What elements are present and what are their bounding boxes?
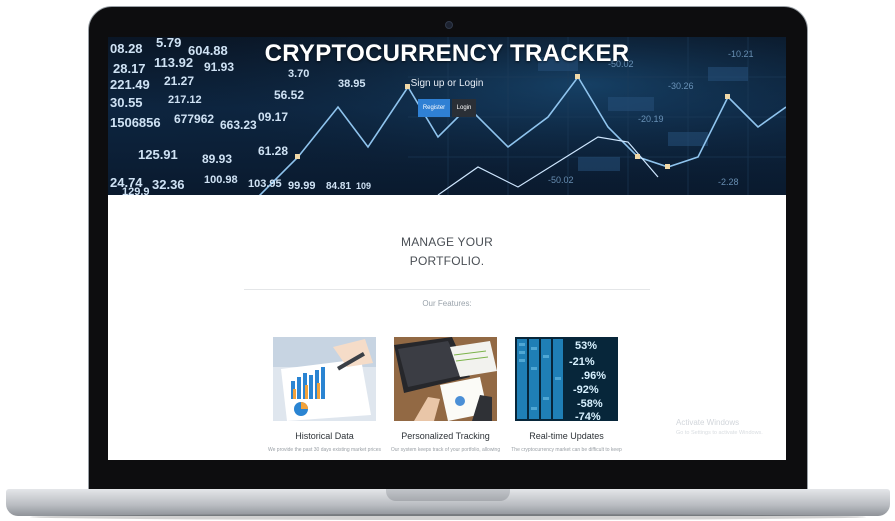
page-heading: MANAGE YOUR PORTFOLIO. bbox=[108, 233, 786, 271]
stock-board-image: 53% -21% .96% -92% -58% -74% bbox=[515, 337, 618, 421]
svg-text:53%: 53% bbox=[575, 340, 597, 352]
browser-viewport: 08.28 5.79 604.88 28.17 113.92 91.93 221… bbox=[108, 37, 786, 460]
ticker-number: 89.93 bbox=[202, 152, 232, 166]
laptop-desk-image bbox=[394, 337, 497, 421]
svg-text:-20.19: -20.19 bbox=[638, 114, 664, 124]
chart-report-image bbox=[273, 337, 376, 421]
activate-windows-subtitle: Go to Settings to activate Windows. bbox=[676, 430, 763, 436]
feature-card-realtime: 53% -21% .96% -92% -58% -74% Real-time U… bbox=[511, 337, 622, 453]
webcam-icon bbox=[445, 21, 453, 29]
feature-description: The cryptocurrency market can be difficu… bbox=[511, 447, 622, 453]
feature-title: Personalized Tracking bbox=[401, 431, 490, 441]
svg-text:-92%: -92% bbox=[573, 384, 599, 396]
ticker-number: 109 bbox=[356, 181, 371, 191]
heading-line-1: MANAGE YOUR bbox=[401, 235, 493, 249]
ticker-number: 09.17 bbox=[258, 110, 288, 124]
ticker-number: 677962 bbox=[174, 112, 214, 126]
svg-text:-58%: -58% bbox=[577, 398, 603, 410]
svg-text:.96%: .96% bbox=[581, 370, 606, 382]
ticker-number: 30.55 bbox=[110, 95, 143, 110]
login-button[interactable]: Login bbox=[452, 99, 476, 117]
hero-banner: 08.28 5.79 604.88 28.17 113.92 91.93 221… bbox=[108, 37, 786, 195]
ticker-number: 100.98 bbox=[204, 174, 238, 186]
feature-card-tracking: Personalized Tracking Our system keeps t… bbox=[391, 337, 500, 453]
ticker-number: 61.28 bbox=[258, 144, 288, 158]
heading-line-2: PORTFOLIO. bbox=[409, 254, 485, 268]
ticker-number: 103.95 bbox=[248, 178, 282, 190]
ticker-number: 99.99 bbox=[288, 180, 316, 192]
section-divider bbox=[244, 289, 650, 290]
ticker-number: 217.12 bbox=[168, 94, 202, 106]
signup-prompt: Sign up or Login bbox=[410, 78, 484, 89]
ticker-number: 84.81 bbox=[326, 181, 351, 192]
ticker-number: 663.23 bbox=[220, 118, 257, 132]
ticker-number: 32.36 bbox=[152, 177, 185, 192]
feature-title: Real-time Updates bbox=[529, 431, 604, 441]
site-title: CRYPTOCURRENCY TRACKER bbox=[264, 40, 630, 67]
laptop-shadow bbox=[30, 514, 866, 520]
ticker-number: 56.52 bbox=[274, 88, 304, 102]
register-button[interactable]: Register bbox=[418, 99, 450, 117]
feature-title: Historical Data bbox=[295, 431, 354, 441]
features-label: Our Features: bbox=[422, 299, 472, 308]
svg-text:-50.02: -50.02 bbox=[548, 175, 574, 185]
ticker-number: 125.91 bbox=[138, 147, 178, 162]
activate-windows-title: Activate Windows bbox=[676, 418, 740, 427]
svg-text:-21%: -21% bbox=[569, 356, 595, 368]
ticker-number: 1506856 bbox=[110, 115, 161, 130]
svg-text:-74%: -74% bbox=[575, 411, 601, 421]
svg-text:-2.28: -2.28 bbox=[718, 177, 739, 187]
ticker-number: 129.9 bbox=[122, 186, 150, 195]
feature-card-historical: Historical Data We provide the past 30 d… bbox=[268, 337, 381, 453]
laptop-notch bbox=[386, 489, 510, 501]
feature-description: Our system keeps track of your portfolio… bbox=[390, 447, 501, 453]
feature-description: We provide the past 30 days existing mar… bbox=[267, 447, 382, 453]
